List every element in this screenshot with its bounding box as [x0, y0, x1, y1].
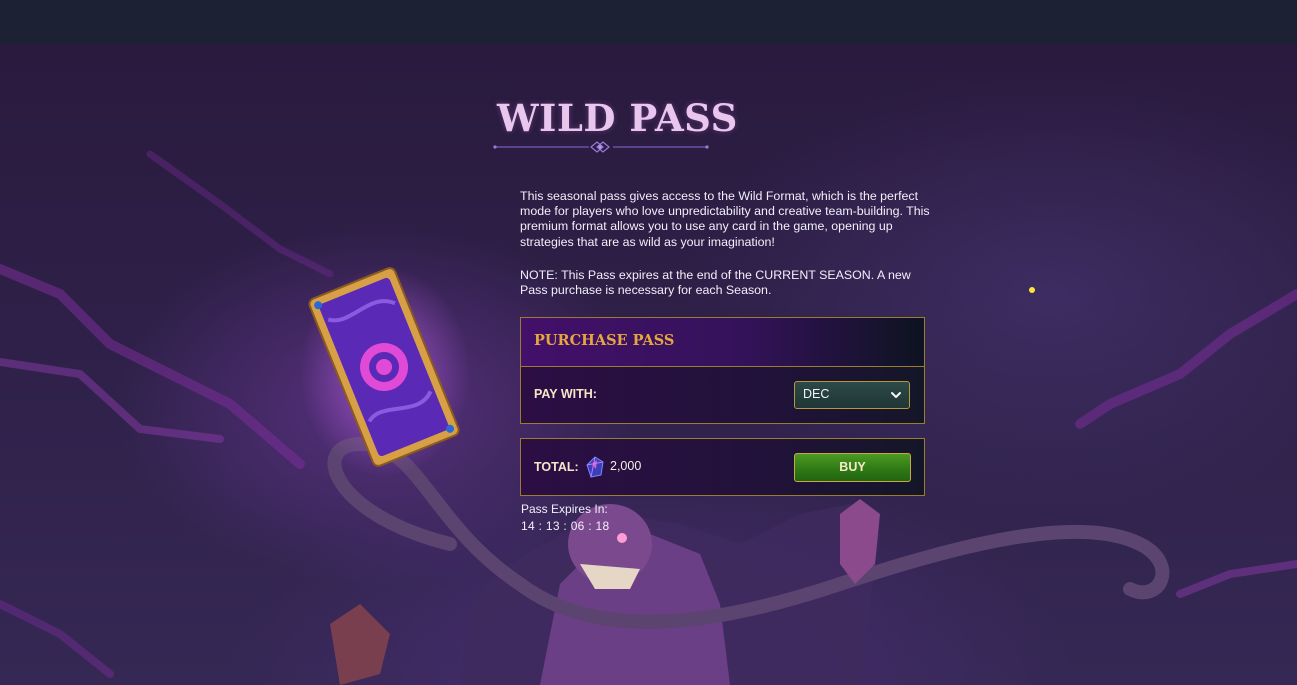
total-label: TOTAL:	[534, 460, 579, 474]
top-navigation-bar	[0, 0, 1297, 44]
wild-pass-ticket-image	[300, 262, 470, 477]
chevron-down-icon	[889, 388, 903, 402]
sparkle-dot	[1029, 287, 1035, 293]
dec-gem-icon	[585, 456, 605, 478]
expires-label: Pass Expires In:	[521, 502, 608, 516]
total-amount: 2,000	[610, 459, 642, 473]
currency-select[interactable]: DEC	[794, 381, 910, 409]
purchase-pass-header: PURCHASE PASS	[520, 317, 925, 367]
currency-select-value: DEC	[803, 387, 830, 401]
purchase-pass-heading: PURCHASE PASS	[534, 332, 675, 349]
buy-button[interactable]: BUY	[794, 453, 911, 482]
pay-with-label: PAY WITH:	[534, 387, 597, 401]
title-divider	[493, 140, 709, 154]
page-title: WILD PASS	[497, 96, 738, 140]
total-row: TOTAL: 2,000 BUY	[520, 438, 925, 496]
expires-countdown: 14 : 13 : 06 : 18	[521, 519, 610, 533]
pass-expiry-note: NOTE: This Pass expires at the end of th…	[520, 268, 911, 298]
pay-with-row: PAY WITH: DEC	[520, 366, 925, 424]
pass-description: This seasonal pass gives access to the W…	[520, 189, 930, 249]
